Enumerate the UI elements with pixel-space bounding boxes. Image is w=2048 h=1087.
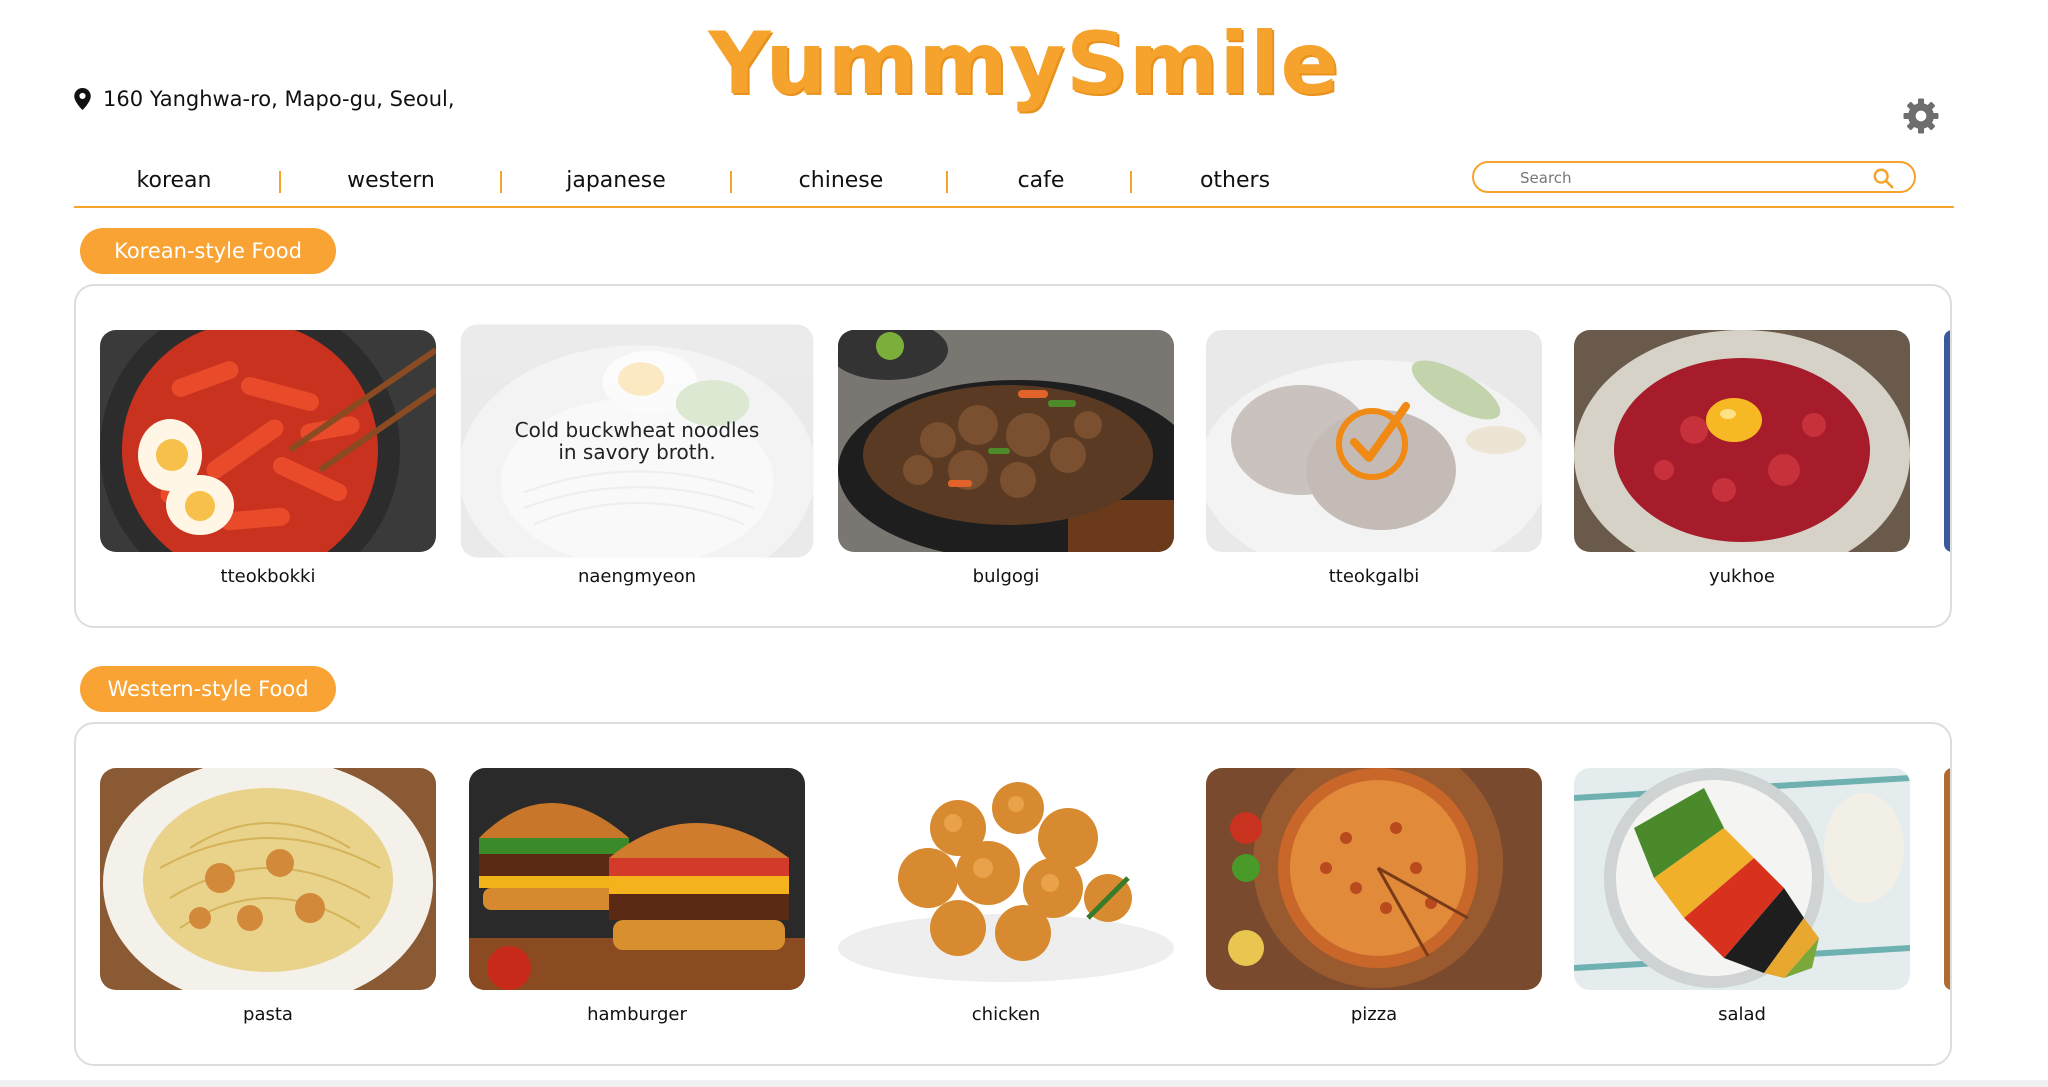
map-pin-icon: [74, 88, 91, 110]
section-title-korean: Korean-style Food: [80, 228, 336, 274]
carousel-next-peek[interactable]: [1944, 768, 1950, 990]
nav-separator: [500, 171, 502, 193]
address-text: 160 Yanghwa-ro, Mapo-gu, Seoul,: [103, 87, 455, 111]
nav-separator: [1130, 171, 1132, 193]
nav-item-western[interactable]: western: [347, 168, 435, 193]
food-name: pasta: [243, 1004, 293, 1025]
food-image-hamburger: [469, 768, 805, 990]
nav-item-cafe[interactable]: cafe: [1018, 168, 1065, 193]
food-name: pizza: [1350, 1004, 1398, 1025]
food-card-chicken[interactable]: chicken: [838, 768, 1174, 1025]
food-description: Cold buckwheat noodles in savory broth.: [514, 418, 760, 464]
bottom-edge: [0, 1080, 2048, 1087]
nav-separator: [279, 171, 281, 193]
western-food-panel: pasta hamburger chicken pizza salad: [74, 722, 1952, 1066]
gear-icon[interactable]: [1902, 97, 1940, 135]
nav-item-chinese[interactable]: chinese: [799, 168, 884, 193]
food-card-pizza[interactable]: pizza: [1206, 768, 1542, 1025]
food-card-salad[interactable]: salad: [1574, 768, 1910, 1025]
food-image-pizza: [1206, 768, 1542, 990]
nav-item-korean[interactable]: korean: [137, 168, 212, 193]
food-name: tteokgalbi: [1328, 566, 1420, 587]
location-address[interactable]: 160 Yanghwa-ro, Mapo-gu, Seoul,: [74, 87, 455, 111]
food-card-hamburger[interactable]: hamburger: [469, 768, 805, 1025]
carousel-next-peek[interactable]: [1944, 330, 1950, 552]
food-card-tteokbokki[interactable]: tteokbokki: [100, 330, 436, 587]
food-name: hamburger: [587, 1004, 687, 1025]
search-input[interactable]: [1518, 166, 1862, 190]
check-circle-icon: [1336, 402, 1410, 480]
nav-separator: [946, 171, 948, 193]
food-name: salad: [1718, 1004, 1766, 1025]
food-card-bulgogi[interactable]: bulgogi: [838, 330, 1174, 587]
food-card-naengmyeon[interactable]: Cold buckwheat noodles in savory broth. …: [460, 324, 814, 587]
food-image-chicken: [838, 768, 1174, 990]
food-card-tteokgalbi[interactable]: tteokgalbi: [1206, 330, 1542, 587]
search-box: [1472, 161, 1916, 193]
food-name: chicken: [971, 1004, 1041, 1025]
section-title-western: Western-style Food: [80, 666, 336, 712]
nav-item-others[interactable]: others: [1200, 168, 1270, 193]
food-image-pasta: [100, 768, 436, 990]
food-name: naengmyeon: [577, 566, 697, 587]
food-card-yukhoe[interactable]: yukhoe: [1574, 330, 1910, 587]
nav-separator: [730, 171, 732, 193]
korean-food-panel: tteokbokki Cold buckwheat noodles in sav…: [74, 284, 1952, 628]
food-name: yukhoe: [1709, 566, 1775, 587]
food-card-pasta[interactable]: pasta: [100, 768, 436, 1025]
food-image-salad: [1574, 768, 1910, 990]
food-image-yukhoe: [1574, 330, 1910, 552]
food-image-tteokbokki: [100, 330, 436, 552]
food-name: bulgogi: [972, 566, 1040, 587]
food-name: tteokbokki: [220, 566, 316, 587]
search-icon[interactable]: [1872, 167, 1894, 189]
nav-item-japanese[interactable]: japanese: [566, 168, 666, 193]
food-image-bulgogi: [838, 330, 1174, 552]
